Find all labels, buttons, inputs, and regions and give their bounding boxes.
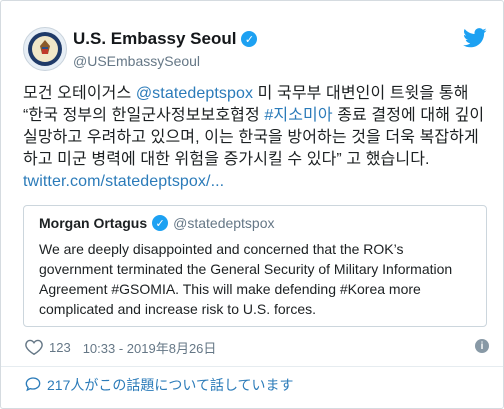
tweet-header: U.S. Embassy Seoul ✓ @USEmbassySeoul (23, 23, 489, 73)
url-link[interactable]: twitter.com/statedeptspox/... (23, 173, 224, 190)
hashtag-link[interactable]: #지소미아 (264, 107, 332, 124)
display-name-text[interactable]: U.S. Embassy Seoul (73, 29, 236, 49)
verified-icon: ✓ (241, 31, 258, 47)
twitter-bird-icon[interactable] (463, 28, 487, 53)
heart-icon[interactable] (25, 339, 43, 355)
quoted-tweet-header: Morgan Ortagus ✓ @statedeptspox (39, 215, 275, 231)
tweet-text-part: 모건 오테이거스 (23, 85, 136, 102)
tweet-text: 모건 오테이거스 @statedeptspox 미 국무부 대변인이 트윗을 통… (23, 83, 493, 193)
conversation-link[interactable]: 217人がこの話題について話しています (25, 375, 294, 395)
like-count[interactable]: 123 (49, 340, 71, 355)
conversation-text[interactable]: 217人がこの話題について話しています (47, 375, 294, 395)
quoted-display-name[interactable]: Morgan Ortagus (39, 215, 147, 231)
tweet-card: U.S. Embassy Seoul ✓ @USEmbassySeoul 모건 … (0, 0, 504, 409)
embassy-seal-icon[interactable] (23, 27, 67, 71)
speech-bubble-icon (25, 376, 41, 395)
info-icon[interactable]: i (475, 339, 489, 353)
quoted-tweet-text: We are deeply disappointed and concerned… (39, 241, 453, 317)
divider (1, 366, 503, 367)
quoted-handle[interactable]: @statedeptspox (173, 215, 274, 231)
account-names: U.S. Embassy Seoul ✓ @USEmbassySeoul (73, 29, 258, 69)
mention-link[interactable]: @statedeptspox (136, 85, 253, 102)
account-display-name[interactable]: U.S. Embassy Seoul ✓ (73, 29, 258, 49)
timestamp[interactable]: 10:33 - 2019年8月26日 (83, 338, 217, 357)
tweet-meta: 123 10:33 - 2019年8月26日 i (25, 337, 489, 357)
verified-icon: ✓ (152, 215, 169, 231)
quoted-tweet[interactable]: Morgan Ortagus ✓ @statedeptspox We are d… (23, 205, 487, 327)
account-handle[interactable]: @USEmbassySeoul (73, 53, 257, 69)
